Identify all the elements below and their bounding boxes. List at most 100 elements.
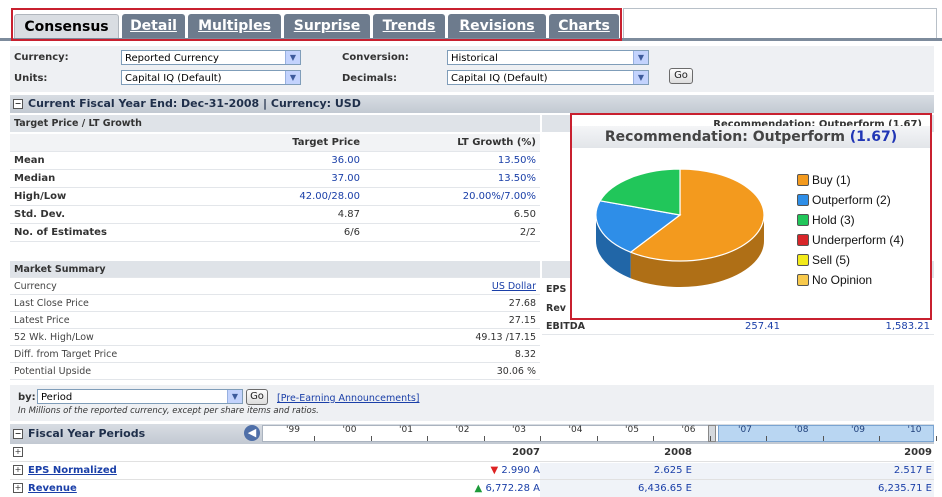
pre-earning-link-text[interactable]: [Pre-Earning Announcements]: [277, 393, 420, 404]
conversion-label: Conversion:: [342, 52, 409, 63]
ebitda-label: EBITDA: [546, 321, 585, 332]
timeline-year-label: '07: [738, 425, 752, 435]
timeline-year-label: '05: [625, 425, 639, 435]
row-label: Mean: [10, 151, 186, 170]
legend-swatch: [797, 174, 809, 186]
go-button[interactable]: Go: [669, 68, 693, 84]
eps-2007-value: 2.990 A: [501, 465, 540, 476]
legend-swatch: [797, 234, 809, 246]
collapse-icon[interactable]: −: [13, 429, 23, 439]
chevron-down-icon: ▼: [633, 71, 648, 84]
chart-title-text: Recommendation: Outperform: [604, 129, 845, 145]
legend-swatch: [797, 194, 809, 206]
units-label: Units:: [14, 73, 48, 84]
chart-title: Recommendation: Outperform (1.67): [572, 126, 930, 148]
recommendation-popup: Recommendation: Outperform (1.67) Recomm…: [570, 113, 932, 320]
cell: 49.13 /17.15: [348, 328, 540, 346]
row-label: Latest Price: [10, 311, 348, 329]
cell: 30.06 %: [348, 362, 540, 380]
revenue-link-text[interactable]: Revenue: [28, 483, 77, 494]
timeline-year-label: '03: [512, 425, 526, 435]
tabs-highlight-box: [11, 8, 622, 41]
fiscal-year-header[interactable]: − Current Fiscal Year End: Dec-31-2008 | …: [10, 95, 934, 113]
currency-label: Currency:: [14, 52, 69, 63]
target-price-table: Target Price LT Growth (%) Mean 36.00 13.5…: [10, 134, 540, 242]
period-go-button[interactable]: Go: [246, 389, 268, 405]
ebitda-value-2: 1,583.21: [885, 321, 930, 332]
legend-item: No Opinion: [797, 273, 873, 287]
expand-icon[interactable]: +: [13, 447, 23, 458]
eps-label: EPS: [546, 284, 567, 295]
legend-label: Hold (3): [812, 213, 855, 227]
expand-icon[interactable]: +: [13, 483, 23, 494]
revenue-link[interactable]: Revenue: [28, 483, 77, 494]
timeline-year-label: '08: [794, 425, 809, 435]
timeline-year-label: '00: [342, 425, 357, 435]
legend-item: Hold (3): [797, 213, 855, 227]
row-label: No. of Estimates: [10, 223, 186, 242]
timeline-tick: [766, 436, 767, 441]
timeline-tick: [822, 436, 824, 441]
recommendation-header-text: Recommendation: Outperform (1.67): [713, 119, 922, 126]
decimals-select[interactable]: Capital IQ (Default) ▼: [447, 70, 649, 85]
revenue-2009: 6,235.71 E: [877, 483, 932, 494]
expand-icon[interactable]: +: [13, 465, 23, 476]
legend-label: No Opinion: [812, 273, 873, 287]
timeline-tick: [540, 436, 541, 441]
cell: 13.50%: [364, 151, 540, 170]
units-select[interactable]: Capital IQ (Default) ▼: [121, 70, 301, 85]
legend-swatch: [797, 254, 809, 266]
chevron-down-icon: ▼: [633, 51, 648, 64]
eps-normalized-link-text[interactable]: EPS Normalized: [28, 465, 117, 476]
eps-normalized-link[interactable]: EPS Normalized: [28, 465, 117, 476]
currency-select-value: Reported Currency: [125, 53, 219, 64]
period-select[interactable]: Period ▼: [37, 389, 243, 404]
timeline-tick: [709, 436, 711, 441]
legend-swatch: [797, 274, 809, 286]
timeline-year-label: '01: [399, 425, 413, 435]
eps-2008: 2.625 E: [653, 465, 692, 476]
legend-swatch: [797, 214, 809, 226]
revenue-2007: ▲ 6,772.28 A: [390, 483, 540, 494]
cell: 13.50%: [364, 169, 540, 188]
timeline-tick: [427, 436, 428, 441]
cell: 37.00: [186, 169, 364, 188]
chevron-down-icon: ▼: [227, 390, 242, 403]
timeline-year-label: '06: [681, 425, 696, 435]
row-label: High/Low: [10, 187, 186, 206]
legend-label: Buy (1): [812, 173, 851, 187]
timeline-back-arrow-icon[interactable]: ◀: [244, 425, 260, 441]
recommendation-pie-chart: [595, 168, 765, 287]
row-label: 52 Wk. High/Low: [10, 328, 348, 346]
revenue-label: Rev: [546, 303, 566, 314]
row-label: Std. Dev.: [10, 205, 186, 224]
legend-item: Buy (1): [797, 173, 851, 187]
cell: 42.00/28.00: [186, 187, 364, 206]
revenue-2008: 6,436.65 E: [637, 483, 692, 494]
row-label: Currency: [10, 277, 348, 295]
target-price-col-header: Target Price: [186, 134, 364, 152]
legend-item: Outperform (2): [797, 193, 891, 207]
timeline-tick: [653, 436, 654, 441]
divider: [542, 334, 934, 335]
cell: 20.00%/7.00%: [364, 187, 540, 206]
up-arrow-icon: ▲: [474, 483, 483, 494]
collapse-icon[interactable]: −: [13, 99, 23, 109]
decimals-select-value: Capital IQ (Default): [451, 73, 548, 84]
pre-earning-link[interactable]: [Pre-Earning Announcements]: [277, 393, 420, 404]
year-2007: 2007: [512, 447, 540, 458]
timeline-tick: [879, 436, 880, 441]
units-select-value: Capital IQ (Default): [125, 73, 222, 84]
conversion-select-value: Historical: [451, 53, 498, 64]
eps-2007: ▼ 2.990 A: [390, 465, 540, 476]
period-select-value: Period: [41, 392, 73, 403]
currency-link[interactable]: US Dollar: [492, 281, 536, 292]
ebitda-value-1: 257.41: [745, 321, 780, 332]
timeline-tick: [314, 436, 315, 441]
conversion-select[interactable]: Historical ▼: [447, 50, 649, 65]
revenue-2007-value: 6,772.28 A: [485, 483, 540, 494]
legend-item: Underperform (4): [797, 233, 904, 247]
currency-select[interactable]: Reported Currency ▼: [121, 50, 301, 65]
eps-2009: 2.517 E: [893, 465, 932, 476]
fiscal-year-header-text: Current Fiscal Year End: Dec-31-2008 | C…: [28, 97, 361, 110]
